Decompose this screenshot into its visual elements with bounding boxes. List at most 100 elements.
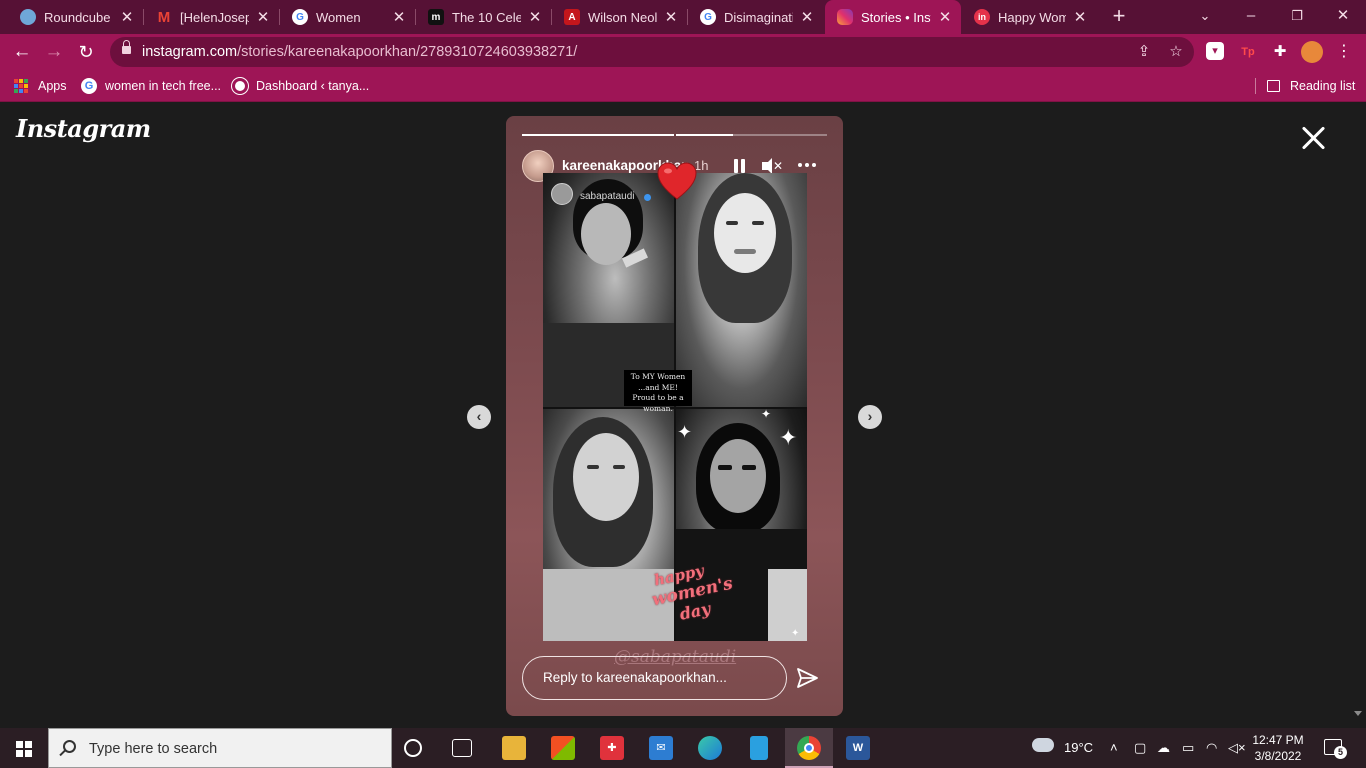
close-tab-icon[interactable]: ✕ [663,8,679,26]
progress-fill [676,134,734,136]
reply-input[interactable]: Reply to kareenakapoorkhan... [522,656,787,700]
story-viewer[interactable]: kareenakapoorkhan 1h ✕ sabapataudi To MY… [506,116,843,716]
word-icon[interactable]: W [846,736,870,760]
notification-count-badge: 5 [1334,746,1347,759]
close-tab-icon[interactable]: ✕ [799,8,815,26]
chrome-icon[interactable] [797,736,821,760]
cortana-icon[interactable] [404,739,422,757]
bookmark-dashboard[interactable]: Dashboard ‹ tanya... [232,77,369,95]
instagram-stories-page: Instagram ‹ › kareenakapoorkhan 1h ✕ sab… [0,103,1366,728]
google-icon: G [81,78,97,94]
tab-google-disimagination[interactable]: G Disimagination ✕ [688,0,823,34]
tab-title: Stories • Instagram [861,9,931,25]
reading-list-button[interactable]: Reading list [1267,77,1355,95]
onedrive-icon[interactable]: ☁ [1157,740,1170,756]
tagged-user-avatar [551,183,573,205]
address-bar[interactable]: instagram.com/stories/kareenakapoorkhan/… [110,37,1194,67]
close-story-button[interactable] [1298,123,1328,153]
happy-womens-day-sticker: happy women's day [650,561,735,624]
extensions-puzzle-icon[interactable]: ✚ [1270,42,1290,62]
tab-title: Wilson Neolithic [588,9,657,25]
tab-title: Disimagination [724,9,793,25]
gift-app-icon[interactable]: ✚ [600,736,624,760]
meet-now-icon[interactable]: ▢ [1134,740,1146,756]
bookmarks-bar: Apps G women in tech free... Dashboard ‹… [0,70,1366,102]
volume-muted-icon[interactable]: ◁× [1228,740,1246,756]
weather-cloud-icon[interactable] [1032,738,1054,752]
tab-search-icon[interactable]: ⌄ [1182,0,1228,34]
story-image: sabapataudi To MY Women ...and ME! Proud… [543,162,807,641]
phone-link-icon[interactable] [750,736,768,760]
bookmark-apps[interactable]: Apps [14,77,67,95]
system-clock[interactable]: 12:47 PM 3/8/2022 [1248,732,1308,764]
instagram-logo[interactable]: Instagram [16,114,151,143]
profile-avatar[interactable] [1301,41,1323,63]
forward-button[interactable]: → [42,40,66,64]
google-icon: G [292,9,308,25]
close-tab-icon[interactable]: ✕ [255,8,271,26]
back-button[interactable]: ← [10,40,34,64]
bookmark-star-icon[interactable]: ☆ [1166,42,1186,62]
instagram-icon [837,9,853,25]
task-view-icon[interactable] [452,739,472,757]
show-hidden-icons-chevron-icon[interactable]: ˄ [1110,740,1118,755]
story-progress-segment [676,134,827,136]
lock-icon[interactable] [122,40,131,54]
tagged-username[interactable]: sabapataudi [580,191,635,202]
chrome-menu-icon[interactable]: ⋮ [1332,40,1356,64]
more-options-icon[interactable] [798,163,816,167]
close-tab-icon[interactable]: ✕ [1072,8,1088,26]
heart-sticker-icon [657,162,697,200]
medium-icon: m [428,9,444,25]
tp-extension-icon[interactable]: Tp [1238,42,1258,62]
windows-taskbar: Type here to search ✚ ✉ W 19°C ˄ ▢ ☁ ▭ ◠… [0,728,1366,768]
search-placeholder: Type here to search [89,741,218,757]
pdf-icon: A [564,9,580,25]
edge-icon[interactable] [698,736,722,760]
sparkle-icon: ✦ [779,425,798,450]
close-tab-icon[interactable]: ✕ [937,8,953,26]
new-tab-button[interactable]: + [1108,5,1130,27]
close-tab-icon[interactable]: ✕ [527,8,543,26]
close-tab-icon[interactable]: ✕ [391,8,407,26]
page-scrollbar[interactable] [1349,103,1366,728]
tab-roundcube[interactable]: Roundcube Webmail ✕ [8,0,143,34]
tab-instagram-stories[interactable]: Stories • Instagram ✕ [825,0,961,34]
battery-icon[interactable]: ▭ [1182,740,1194,756]
previous-story-button[interactable]: ‹ [467,405,491,429]
start-button[interactable] [16,741,32,757]
tab-google-women[interactable]: G Women ✕ [280,0,415,34]
share-icon[interactable]: ⇪ [1134,42,1154,62]
story-caption: To MY Women ...and ME! Proud to be a wom… [624,370,692,413]
close-window-button[interactable]: ✕ [1320,0,1366,34]
pause-icon[interactable] [734,159,746,173]
notification-center-icon[interactable]: 5 [1324,739,1347,759]
weather-temperature[interactable]: 19°C [1064,740,1093,755]
file-explorer-icon[interactable] [502,736,526,760]
close-tab-icon[interactable]: ✕ [119,8,135,26]
tab-pdf[interactable]: A Wilson Neolithic ✕ [552,0,687,34]
tab-gmail[interactable]: M [HelenJoseph ✕ [144,0,279,34]
taskbar-search-box[interactable]: Type here to search [48,728,392,768]
send-icon[interactable] [795,666,819,690]
sparkle-icon: ✦ [677,422,693,442]
mail-icon[interactable]: ✉ [649,736,673,760]
reload-button[interactable]: ↻ [74,40,98,64]
tab-medium[interactable]: m The 10 Celebrities ✕ [416,0,551,34]
progress-fill [522,134,674,136]
bookmark-women-in-tech[interactable]: G women in tech free... [81,77,221,95]
tab-strip: Roundcube Webmail ✕ M [HelenJoseph ✕ G W… [0,0,1366,34]
restore-button[interactable]: ❐ [1274,0,1320,34]
microsoft-store-icon[interactable] [551,736,575,760]
wifi-icon[interactable]: ◠ [1206,740,1217,756]
pocket-extension-icon[interactable]: ▾ [1206,42,1224,60]
tab-title: [HelenJoseph [180,9,249,25]
story-progress-segment [522,134,674,136]
minimize-button[interactable]: – [1228,0,1274,34]
tab-happy-women[interactable]: in Happy Women ✕ [962,0,1096,34]
scroll-down-arrow-icon[interactable] [1354,711,1362,716]
tab-title: Women [316,9,361,25]
google-icon: G [700,9,716,25]
photo-top-right [676,173,807,407]
next-story-button[interactable]: › [858,405,882,429]
